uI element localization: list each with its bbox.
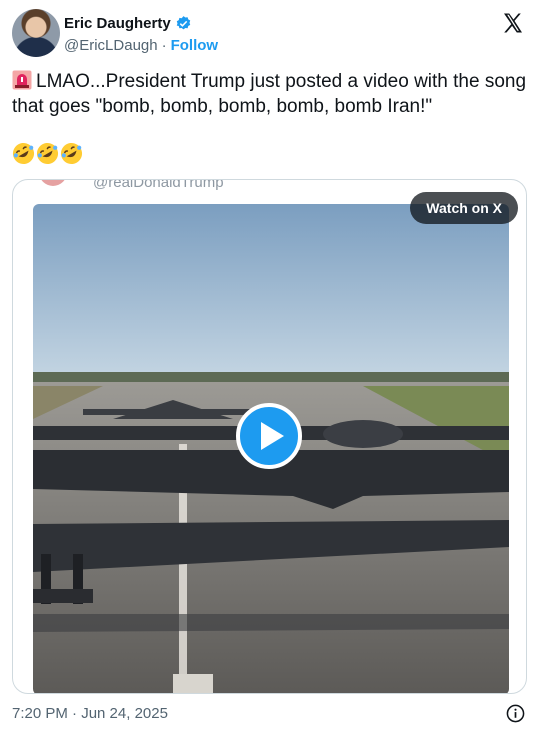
author-handle-row: @EricLDaugh · Follow [64,37,218,54]
author-display-name[interactable]: Eric Daugherty [64,15,171,32]
handle-separator: · [161,37,167,54]
x-logo-icon[interactable] [501,11,525,35]
siren-icon [12,70,32,90]
author-name-row: Eric Daugherty [64,15,192,32]
rolling-on-floor-laughing-icon [12,142,35,165]
verified-badge-icon [176,16,190,30]
author-handle[interactable]: @EricLDaugh [64,37,158,54]
watch-on-x-button[interactable]: Watch on X [410,192,518,224]
picture-in-picture-icon[interactable] [449,45,473,65]
embedded-caption: @realDonaldTrump [93,179,224,191]
tweet-body: LMAO...President Trump just posted a vid… [12,69,527,119]
timestamp-link[interactable]: 7:20 PM · Jun 24, 2025 [12,705,168,722]
avatar[interactable] [12,9,60,57]
follow-button[interactable]: Follow [171,37,219,54]
tweet-text: LMAO...President Trump just posted a vid… [12,71,527,117]
play-icon[interactable] [236,403,302,469]
embedded-avatar [39,180,67,186]
rolling-on-floor-laughing-icon [36,142,59,165]
info-icon[interactable] [506,704,525,723]
reaction-emoji-row [12,142,83,165]
tweet-footer: 7:20 PM · Jun 24, 2025 [12,703,527,725]
rolling-on-floor-laughing-icon [60,142,83,165]
